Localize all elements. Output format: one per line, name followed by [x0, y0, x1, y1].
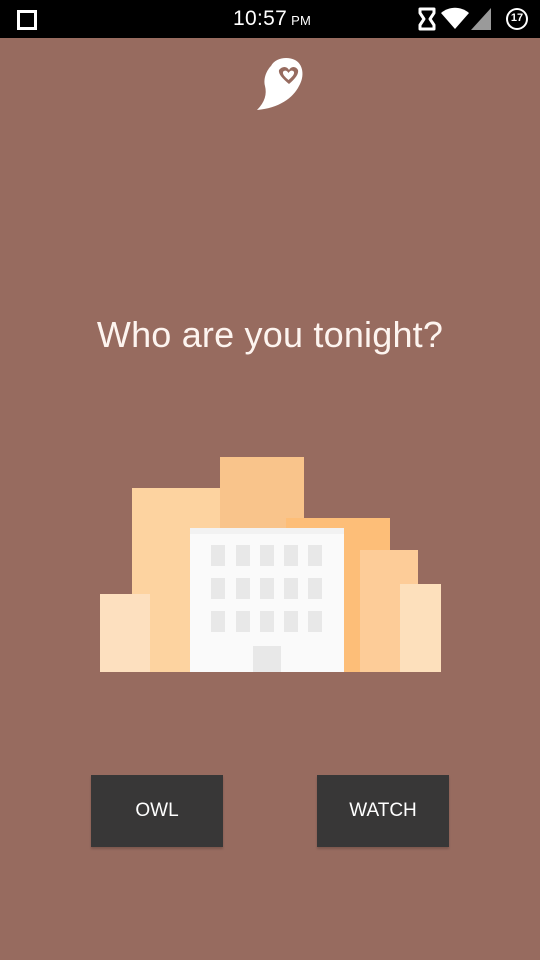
- status-time-ampm: PM: [291, 13, 312, 28]
- wifi-icon: [441, 7, 469, 29]
- vibrate-icon: [418, 7, 436, 31]
- city-buildings-illustration: [100, 457, 441, 672]
- signal-icon: [471, 8, 491, 30]
- square-icon: [17, 10, 37, 30]
- owl-heart-logo-icon: [257, 58, 303, 110]
- status-bar: 10:57 PM 17: [0, 0, 540, 38]
- owl-button[interactable]: OWL: [91, 775, 223, 847]
- notification-count: 17: [510, 12, 524, 24]
- page-title: Who are you tonight?: [96, 314, 444, 355]
- status-time: 10:57 PM: [233, 7, 311, 31]
- status-time-value: 10:57: [233, 7, 288, 30]
- watch-button[interactable]: WATCH: [317, 775, 449, 847]
